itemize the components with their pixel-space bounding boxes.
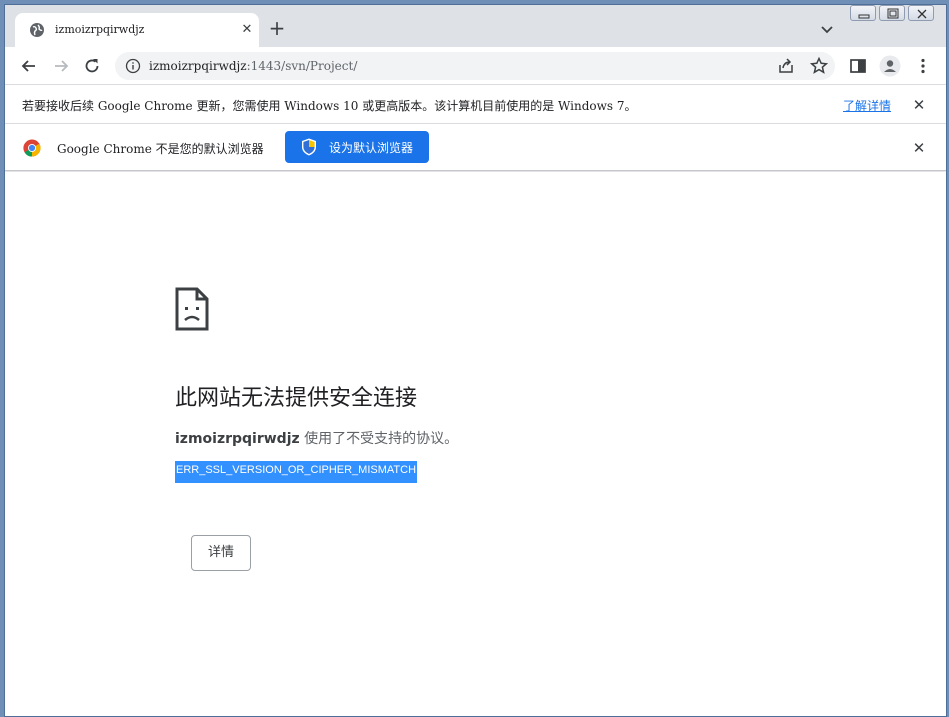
default-browser-message: Google Chrome 不是您的默认浏览器 xyxy=(57,142,264,156)
url-text[interactable]: izmoizrpqirwdjz:1443/svn/Project/ xyxy=(149,59,357,73)
error-host: izmoizrpqirwdjz xyxy=(175,431,300,447)
error-heading: 此网站无法提供安全连接 xyxy=(175,386,418,411)
chevron-down-icon[interactable] xyxy=(817,19,837,39)
set-default-button-label: 设为默认浏览器 xyxy=(329,141,414,155)
profile-avatar-icon[interactable] xyxy=(879,55,901,77)
close-update-infobar-icon[interactable]: ✕ xyxy=(911,97,927,113)
address-bar[interactable]: izmoizrpqirwdjz:1443/svn/Project/ xyxy=(115,52,835,80)
tab-title: izmoizrpqirwdjz xyxy=(55,23,145,36)
menu-icon[interactable] xyxy=(913,56,933,76)
info-icon[interactable] xyxy=(125,58,141,74)
forward-icon[interactable] xyxy=(51,56,71,76)
update-message: 若要接收后续 Google Chrome 更新，您需使用 Windows 10 … xyxy=(22,99,637,113)
minimize-button[interactable] xyxy=(850,5,876,21)
chrome-logo-icon xyxy=(23,139,41,157)
browser-toolbar: izmoizrpqirwdjz:1443/svn/Project/ xyxy=(5,47,946,85)
uac-shield-icon xyxy=(302,138,316,156)
error-page: 此网站无法提供安全连接 izmoizrpqirwdjz 使用了不受支持的协议。 … xyxy=(5,172,946,716)
restore-icon xyxy=(887,8,899,19)
set-default-button[interactable]: 设为默认浏览器 xyxy=(285,131,429,163)
close-icon xyxy=(917,9,927,19)
learn-more-link[interactable]: 了解详情 xyxy=(843,97,891,114)
close-default-infobar-icon[interactable]: ✕ xyxy=(911,140,927,156)
close-window-button[interactable] xyxy=(908,5,934,21)
minimize-icon xyxy=(858,14,870,19)
reload-icon[interactable] xyxy=(82,56,102,76)
url-host: izmoizrpqirwdjz xyxy=(149,59,247,73)
new-tab-button[interactable]: + xyxy=(267,18,287,39)
back-icon[interactable] xyxy=(19,56,39,76)
window-controls xyxy=(850,5,942,23)
details-button[interactable]: 详情 xyxy=(191,535,251,571)
error-message: 使用了不受支持的协议。 xyxy=(299,431,459,447)
browser-window: izmoizrpqirwdjz ✕ + izmoizrpqirwdjz:1443… xyxy=(4,4,947,717)
error-code[interactable]: ERR_SSL_VERSION_OR_CIPHER_MISMATCH xyxy=(175,461,418,483)
error-description: izmoizrpqirwdjz 使用了不受支持的协议。 xyxy=(175,428,458,448)
star-icon[interactable] xyxy=(809,56,829,76)
update-infobar: 若要接收后续 Google Chrome 更新，您需使用 Windows 10 … xyxy=(5,85,946,124)
url-path: :1443/svn/Project/ xyxy=(246,59,358,73)
sad-page-icon xyxy=(175,287,209,331)
globe-icon xyxy=(30,23,44,37)
default-browser-infobar: Google Chrome 不是您的默认浏览器 设为默认浏览器 ✕ xyxy=(5,125,946,171)
share-icon[interactable] xyxy=(777,56,797,76)
side-panel-icon[interactable] xyxy=(848,56,868,76)
maximize-button[interactable] xyxy=(879,5,905,21)
tab-strip: izmoizrpqirwdjz ✕ + xyxy=(5,5,946,47)
tab-close-icon[interactable]: ✕ xyxy=(237,20,257,40)
tab-active[interactable]: izmoizrpqirwdjz ✕ xyxy=(15,13,259,47)
